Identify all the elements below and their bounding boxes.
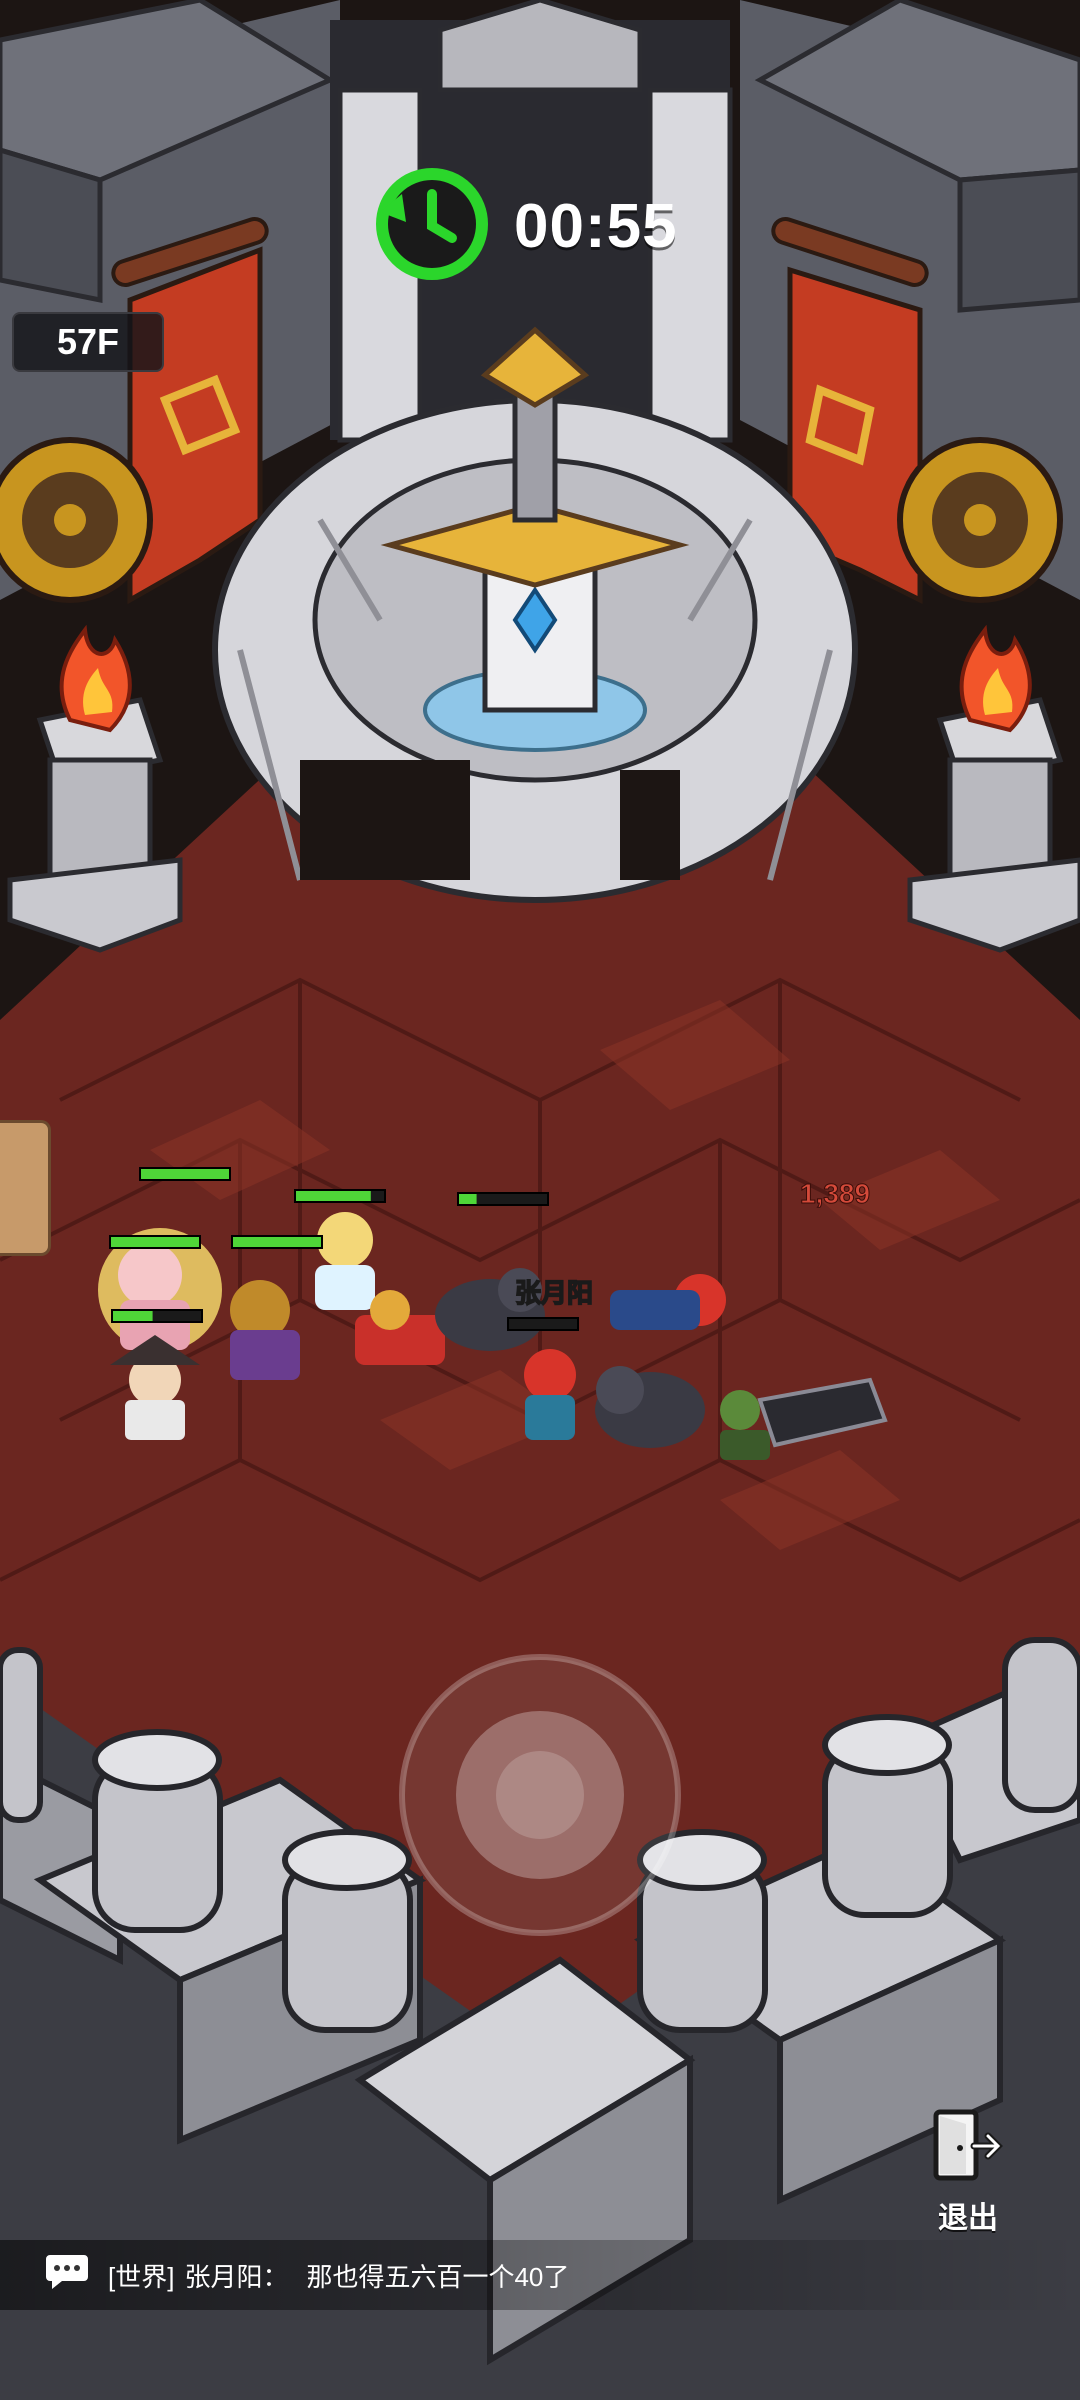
chat-message: 那也得五六百一个40了 (306, 2261, 570, 2292)
wall-block-right (957, 167, 1080, 313)
health-bar (507, 1317, 579, 1331)
virtual-joystick[interactable] (399, 1654, 681, 1936)
timer-text: 00:55 (514, 191, 678, 261)
chat-sender: 张月阳： (184, 2261, 289, 2292)
floor-label: 57F (56, 321, 120, 362)
health-bar (231, 1235, 323, 1249)
health-bar (109, 1235, 201, 1249)
exit-button[interactable]: 退出 (912, 2108, 1024, 2238)
health-bar (111, 1309, 203, 1323)
chat-bubble-icon[interactable] (44, 2253, 90, 2298)
health-bar (294, 1189, 386, 1203)
chat-channel: [世界] (108, 2261, 175, 2292)
exit-label[interactable]: 退出 (938, 2193, 998, 2237)
world-chat-bar[interactable]: [世界] 张月阳： 那也得五六百一个40了 (0, 2240, 1080, 2310)
health-bar (139, 1167, 231, 1181)
clock-refresh-icon (372, 164, 492, 289)
health-bar (457, 1192, 549, 1206)
floor-indicator: 57F (12, 312, 164, 372)
timer-display: 00:55 (372, 166, 678, 286)
player-name-tag: 张月阳 (515, 1278, 593, 1308)
side-panel-tab[interactable] (0, 1120, 51, 1256)
damage-number: 1,389 (800, 1178, 870, 1209)
exit-door-icon[interactable] (932, 2108, 1004, 2189)
gear-wheel-right (897, 437, 1063, 603)
gear-wheel-left (0, 437, 153, 603)
